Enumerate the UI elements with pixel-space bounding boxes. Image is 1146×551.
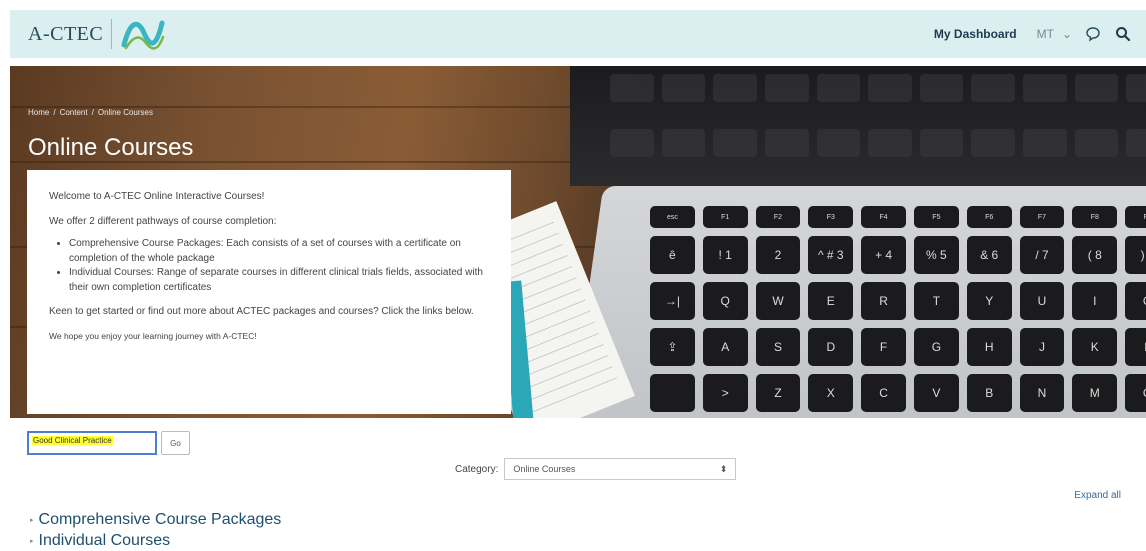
list-item: Individual Courses: Range of separate co…	[69, 266, 491, 295]
keyboard-key: U	[1019, 282, 1065, 320]
keyboard-key: K	[1072, 328, 1118, 366]
breadcrumb-separator: /	[91, 108, 94, 117]
keyboard-key: + 4	[861, 236, 906, 274]
keyboard-key: L	[1125, 328, 1146, 366]
keyboard-key: M	[1072, 374, 1118, 412]
keyboard-key: O	[1125, 282, 1146, 320]
keyboard-key: 2	[755, 236, 801, 274]
keyboard-key: ( 8	[1072, 236, 1118, 274]
my-dashboard-link[interactable]: My Dashboard	[934, 27, 1017, 41]
top-navbar: A-CTEC My Dashboard MT ⌄	[10, 10, 1146, 58]
keyboard-key: V	[913, 374, 959, 412]
caret-right-icon: ▸	[30, 516, 34, 524]
keyboard-key: ) 9	[1125, 236, 1146, 274]
category-filter: Category: Online Courses ⬍	[455, 458, 737, 480]
breadcrumb-home-link[interactable]: Home	[28, 108, 49, 117]
page-title: Online Courses	[28, 134, 194, 161]
category-selected-value: Online Courses	[513, 464, 576, 474]
go-button[interactable]: Go	[161, 431, 190, 455]
category-individual-courses[interactable]: ▸ Individual Courses	[30, 530, 281, 551]
keyboard-key: J	[1019, 328, 1065, 366]
keyboard-key: F6	[966, 206, 1012, 228]
list-item: Comprehensive Course Packages: Each cons…	[69, 237, 491, 266]
category-select[interactable]: Online Courses ⬍	[504, 458, 737, 480]
logo-wave-icon	[121, 20, 165, 50]
keyboard-key: & 6	[966, 236, 1012, 274]
keyboard-key: G	[913, 328, 959, 366]
keyboard-key: ^ # 3	[808, 236, 854, 274]
welcome-text: Welcome to A-CTEC Online Interactive Cou…	[49, 191, 265, 202]
category-name: Comprehensive Course Packages	[38, 510, 282, 528]
keyboard-key: esc	[650, 206, 695, 228]
keyboard-key: ê	[650, 236, 695, 274]
keyboard-key: Q	[702, 282, 748, 320]
pathways-list: Comprehensive Course Packages: Each cons…	[69, 237, 491, 295]
keyboard-key: F2	[755, 206, 801, 228]
keyboard-key: F4	[861, 206, 906, 228]
keyboard-key: Z	[755, 374, 801, 412]
keyboard-key: >	[702, 374, 748, 412]
logo-text: A-CTEC	[28, 22, 104, 45]
keyboard-key: R	[861, 282, 906, 320]
keyboard-key: F3	[808, 206, 854, 228]
keyboard-key: S	[755, 328, 801, 366]
keyboard-key: F5	[913, 206, 959, 228]
enjoy-text: We hope you enjoy your learning journey …	[49, 330, 257, 341]
keyboard-key: X	[808, 374, 854, 412]
chevron-down-icon: ⌄	[1061, 27, 1072, 41]
keyboard-key: A	[702, 328, 748, 366]
breadcrumb-content-link[interactable]: Content	[60, 108, 88, 117]
keyboard-key: F8	[1072, 206, 1118, 228]
expand-all-link[interactable]: Expand all	[1074, 490, 1121, 501]
course-categories: ▸ Comprehensive Course Packages ▸ Indivi…	[30, 509, 281, 551]
keyboard-key: I	[1072, 282, 1118, 320]
keyboard-key: ⇪	[650, 328, 695, 366]
keyboard-key: F	[861, 328, 906, 366]
user-initials: MT	[1036, 27, 1054, 41]
laptop-keyboard-image: esc F1 F2 F3 F4 F5 F6 F7 F8 F9 ê ! 1 2 ^…	[650, 206, 1146, 412]
keyboard-key: F9	[1125, 206, 1146, 228]
keyboard-key: Y	[966, 282, 1012, 320]
pathways-text: We offer 2 different pathways of course …	[49, 215, 277, 227]
category-comprehensive-packages[interactable]: ▸ Comprehensive Course Packages	[30, 509, 281, 530]
caret-right-icon: ▸	[30, 537, 34, 545]
breadcrumb-separator: /	[53, 108, 56, 117]
keyboard-key: D	[808, 328, 854, 366]
keyboard-key: H	[966, 328, 1012, 366]
laptop-screen-reflection	[610, 66, 1146, 176]
intro-panel: Welcome to A-CTEC Online Interactive Cou…	[27, 170, 511, 414]
keyboard-key: ! 1	[702, 236, 748, 274]
keyboard-key: W	[755, 282, 801, 320]
category-label: Category:	[455, 463, 499, 475]
keyboard-key: T	[913, 282, 959, 320]
keyboard-key: % 5	[913, 236, 959, 274]
keyboard-key: C	[861, 374, 906, 412]
select-arrows-icon: ⬍	[719, 463, 728, 474]
keyboard-key: F1	[702, 206, 748, 228]
keyboard-key: N	[1019, 374, 1065, 412]
keyboard-key: / 7	[1019, 236, 1065, 274]
breadcrumb-current[interactable]: Online Courses	[98, 108, 153, 117]
keyboard-key: Ö	[1125, 374, 1146, 412]
course-search-input[interactable]: Good Clinical Practice	[27, 431, 157, 455]
keyboard-key: F7	[1019, 206, 1065, 228]
keyboard-key: E	[808, 282, 854, 320]
hero-banner: esc F1 F2 F3 F4 F5 F6 F7 F8 F9 ê ! 1 2 ^…	[10, 66, 1146, 418]
keyboard-key	[650, 374, 695, 412]
keyboard-key: B	[966, 374, 1012, 412]
course-search: Good Clinical Practice Go	[27, 431, 190, 455]
category-name: Individual Courses	[38, 531, 171, 549]
site-logo[interactable]: A-CTEC	[28, 15, 166, 53]
breadcrumb: Home / Content / Online Courses	[28, 108, 153, 117]
keyboard-key: →|	[650, 282, 695, 320]
search-query-text: Good Clinical Practice	[32, 436, 113, 445]
message-icon[interactable]	[1084, 25, 1102, 43]
logo-divider	[111, 19, 113, 49]
user-menu[interactable]: MT ⌄	[1037, 27, 1072, 41]
keen-text: Keen to get started or find out more abo…	[49, 306, 474, 317]
search-icon[interactable]	[1114, 25, 1132, 43]
